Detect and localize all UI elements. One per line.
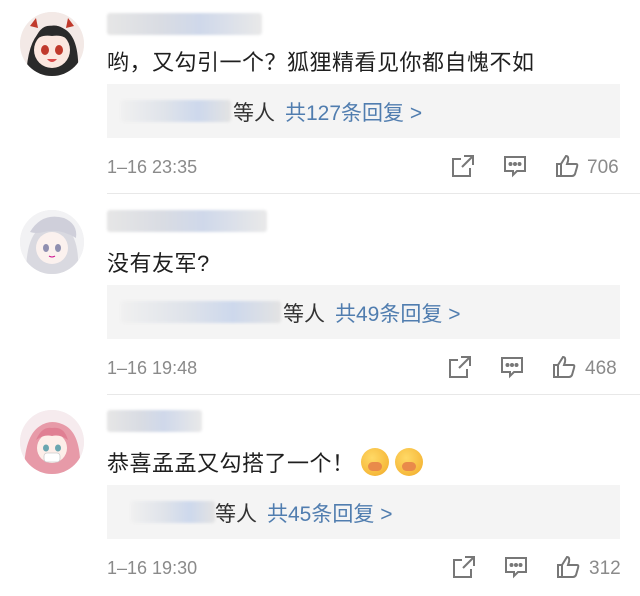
avatar[interactable] <box>20 210 84 274</box>
reply-preview[interactable]: 等人 共45条回复 > <box>107 485 620 539</box>
username-redacted[interactable] <box>107 410 202 432</box>
comment-item: 恭喜孟孟又勾搭了一个！ 等人 共45条回复 > 1–16 19:30 312 <box>0 396 640 596</box>
timestamp: 1–16 19:30 <box>107 558 198 578</box>
reply-users-redacted <box>131 501 215 523</box>
comment-text: 恭喜孟孟又勾搭了一个！ <box>107 446 423 478</box>
reply-preview[interactable]: 等人 共49条回复 > <box>107 285 620 339</box>
timestamp: 1–16 19:48 <box>107 358 198 378</box>
reply-count-link[interactable]: 共127条回复 > <box>285 102 422 125</box>
reply-count-link[interactable]: 共49条回复 > <box>335 303 460 326</box>
divider <box>107 193 640 194</box>
comment-meta: 1–16 19:48 468 <box>107 354 627 384</box>
comment-icon[interactable] <box>502 153 528 179</box>
comment-meta: 1–16 19:30 312 <box>107 554 627 584</box>
comment-icon[interactable] <box>503 554 529 580</box>
username-redacted[interactable] <box>107 13 262 35</box>
reply-users-redacted <box>121 301 281 323</box>
reply-count-link[interactable]: 共45条回复 > <box>267 503 392 526</box>
share-icon[interactable] <box>450 153 476 179</box>
reply-suffix: 等人 <box>283 303 325 326</box>
comment-item: 哟，又勾引一个？狐狸精看见你都自愧不如 等人 共127条回复 > 1–16 23:… <box>0 0 640 196</box>
reply-suffix: 等人 <box>233 102 275 125</box>
comment-icon[interactable] <box>499 354 525 380</box>
comment-item: 没有友军? 等人 共49条回复 > 1–16 19:48 468 <box>0 196 640 396</box>
comment-text: 哟，又勾引一个？狐狸精看见你都自愧不如 <box>107 50 535 75</box>
timestamp: 1–16 23:35 <box>107 157 198 177</box>
reply-suffix: 等人 <box>215 503 257 526</box>
reply-users-redacted <box>121 100 231 122</box>
avatar[interactable] <box>20 410 84 474</box>
comment-text-content: 恭喜孟孟又勾搭了一个！ <box>107 451 355 476</box>
divider <box>107 394 640 395</box>
like-count: 312 <box>589 558 621 579</box>
like-count: 468 <box>585 358 617 379</box>
blushing-face-emoji <box>394 448 423 476</box>
avatar[interactable] <box>20 12 84 76</box>
username-redacted[interactable] <box>107 210 267 232</box>
thumbs-up-icon[interactable] <box>555 554 581 580</box>
like-count: 706 <box>587 157 619 178</box>
blushing-face-emoji <box>360 448 389 476</box>
reply-preview[interactable]: 等人 共127条回复 > <box>107 84 620 138</box>
thumbs-up-icon[interactable] <box>551 354 577 380</box>
thumbs-up-icon[interactable] <box>554 153 580 179</box>
share-icon[interactable] <box>447 354 473 380</box>
comment-text: 没有友军? <box>107 251 210 276</box>
comment-meta: 1–16 23:35 706 <box>107 153 627 183</box>
share-icon[interactable] <box>451 554 477 580</box>
